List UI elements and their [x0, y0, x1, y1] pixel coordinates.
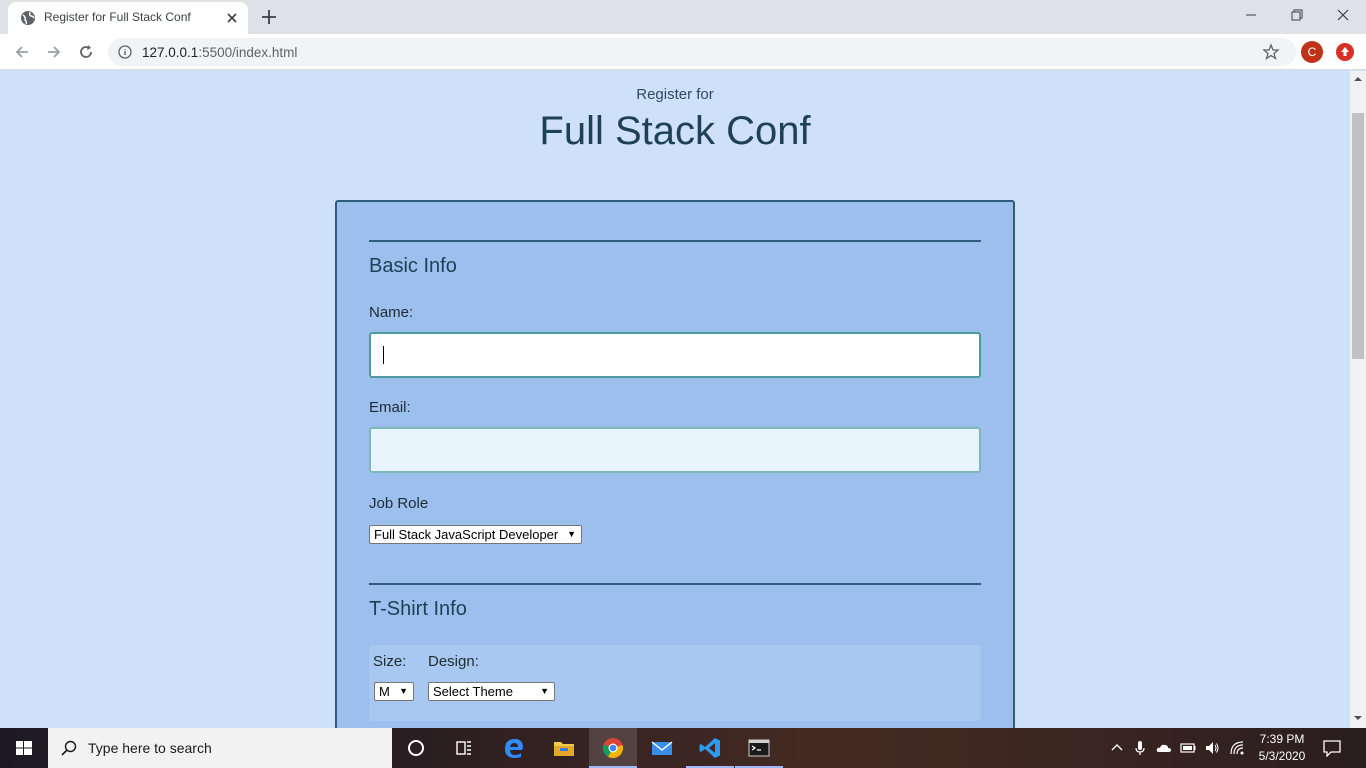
- chrome-taskbar-button[interactable]: [589, 728, 637, 768]
- name-label: Name:: [369, 304, 414, 321]
- section-divider: [369, 240, 981, 242]
- microphone-icon[interactable]: [1132, 740, 1148, 756]
- name-input[interactable]: [369, 332, 981, 378]
- basic-info-heading: Basic Info: [369, 255, 457, 277]
- forward-arrow-icon[interactable]: [44, 42, 64, 62]
- browser-toolbar: 127.0.0.1:5500/index.html C: [0, 34, 1366, 70]
- section-divider: [369, 583, 981, 585]
- clock-time: 7:39 PM: [1259, 732, 1305, 746]
- chevron-up-icon[interactable]: [1109, 740, 1125, 756]
- dropdown-arrow-icon: ▼: [567, 529, 576, 539]
- file-explorer-taskbar-button[interactable]: [540, 728, 588, 768]
- start-button[interactable]: [0, 728, 48, 768]
- job-role-selected: Full Stack JavaScript Developer: [374, 527, 559, 542]
- tab-title: Register for Full Stack Conf: [44, 10, 191, 24]
- registration-form: Basic Info Name: Email: Job Role Full St…: [335, 200, 1015, 728]
- restore-button[interactable]: [1274, 0, 1320, 30]
- design-select[interactable]: Select Theme ▼: [428, 682, 555, 701]
- edge-taskbar-button[interactable]: [490, 728, 538, 768]
- job-role-label: Job Role: [369, 495, 429, 512]
- task-view-button[interactable]: [440, 728, 488, 768]
- folder-icon: [554, 742, 574, 756]
- taskbar-search-box[interactable]: Type here to search: [48, 728, 392, 768]
- dropdown-arrow-icon: ▼: [540, 686, 549, 696]
- scroll-up-icon[interactable]: [1354, 75, 1362, 83]
- task-view-icon: [456, 741, 471, 755]
- url-path: :5500/index.html: [198, 45, 298, 60]
- onedrive-cloud-icon[interactable]: [1156, 740, 1172, 756]
- scroll-down-icon[interactable]: [1354, 714, 1362, 722]
- close-window-button[interactable]: [1320, 0, 1366, 30]
- browser-tab-strip: Register for Full Stack Conf: [0, 0, 1366, 34]
- system-clock[interactable]: 7:39 PM 5/3/2020: [1252, 731, 1312, 765]
- battery-icon[interactable]: [1180, 740, 1196, 756]
- new-tab-icon[interactable]: [260, 8, 278, 26]
- windows-taskbar: Type here to search 7:39 PM 5/3/2020: [0, 728, 1366, 768]
- mail-icon: [651, 741, 673, 755]
- terminal-taskbar-button[interactable]: [735, 728, 783, 768]
- scroll-thumb[interactable]: [1352, 113, 1364, 359]
- search-placeholder: Type here to search: [88, 740, 212, 756]
- notification-center-icon[interactable]: [1322, 739, 1342, 757]
- design-label: Design:: [428, 653, 479, 670]
- page-title: Full Stack Conf: [539, 109, 811, 153]
- restore-icon: [1291, 9, 1303, 21]
- minimize-button[interactable]: [1228, 0, 1274, 30]
- search-icon: [61, 740, 77, 756]
- tshirt-info-heading: T-Shirt Info: [369, 598, 467, 620]
- minimize-icon: [1246, 14, 1256, 16]
- size-select[interactable]: M ▼: [374, 682, 414, 701]
- email-label: Email:: [369, 399, 411, 416]
- text-caret: [383, 346, 384, 364]
- clock-date: 5/3/2020: [1258, 749, 1306, 763]
- cortana-button[interactable]: [392, 728, 440, 768]
- page-viewport: Register for Full Stack Conf Basic Info …: [0, 71, 1350, 728]
- email-input[interactable]: [369, 427, 981, 473]
- bookmark-star-icon[interactable]: [1262, 43, 1280, 61]
- size-label: Size:: [373, 653, 407, 670]
- url-text: 127.0.0.1:5500/index.html: [142, 45, 297, 60]
- design-selected: Select Theme: [433, 684, 513, 699]
- page-scrollbar[interactable]: [1350, 71, 1366, 728]
- volume-icon[interactable]: [1204, 740, 1220, 756]
- terminal-icon: [748, 739, 770, 757]
- upload-arrow-icon: [1341, 47, 1349, 56]
- edge-icon: [505, 739, 523, 758]
- pre-title: Register for: [636, 86, 714, 103]
- extension-icon[interactable]: [1336, 43, 1354, 61]
- vscode-taskbar-button[interactable]: [686, 728, 734, 768]
- close-icon: [1337, 9, 1349, 21]
- dropdown-arrow-icon: ▼: [399, 686, 408, 696]
- profile-avatar[interactable]: C: [1301, 41, 1323, 63]
- windows-logo-icon: [16, 741, 32, 755]
- reload-icon[interactable]: [76, 42, 96, 62]
- cortana-circle-icon: [408, 740, 424, 756]
- url-host: 127.0.0.1: [142, 45, 199, 60]
- globe-icon: [21, 11, 35, 25]
- mail-taskbar-button[interactable]: [638, 728, 686, 768]
- wifi-icon[interactable]: [1229, 740, 1245, 756]
- close-tab-icon[interactable]: [224, 10, 240, 26]
- address-bar[interactable]: 127.0.0.1:5500/index.html: [108, 38, 1296, 66]
- size-selected: M: [379, 684, 390, 699]
- info-icon[interactable]: [118, 45, 132, 59]
- browser-tab[interactable]: Register for Full Stack Conf: [8, 2, 248, 34]
- tshirt-options-box: Size: Design: M ▼ Select Theme ▼: [369, 645, 981, 721]
- vscode-icon: [699, 738, 720, 758]
- chrome-icon: [602, 738, 623, 759]
- job-role-select[interactable]: Full Stack JavaScript Developer ▼: [369, 525, 582, 544]
- back-arrow-icon[interactable]: [12, 42, 32, 62]
